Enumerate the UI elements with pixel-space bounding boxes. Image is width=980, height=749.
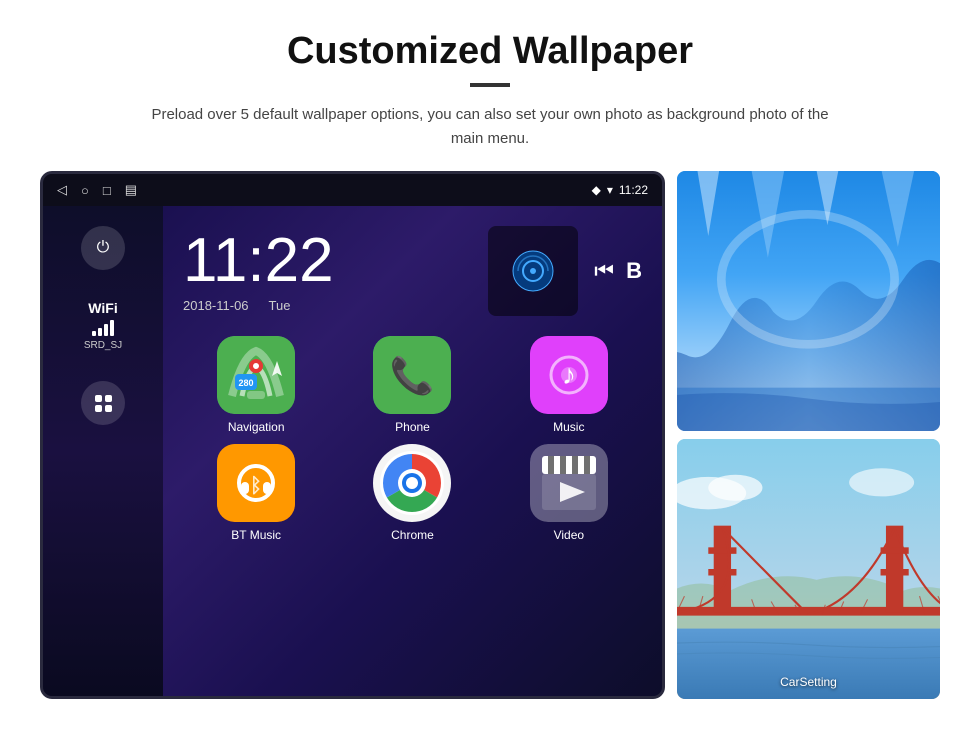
music-app-label: Music	[553, 420, 584, 434]
wallpaper-panels: CarSetting	[677, 171, 940, 699]
wifi-bar-3	[104, 324, 108, 336]
grid-dot	[95, 405, 102, 412]
music-app-icon: ♪	[530, 336, 608, 414]
bridge-svg	[677, 439, 940, 699]
clock-date: 2018-11-06	[183, 298, 249, 313]
wifi-bar-2	[98, 328, 102, 336]
carsetting-overlay: CarSetting	[677, 673, 940, 691]
video-app-label: Video	[554, 528, 584, 542]
svg-text:280: 280	[239, 378, 254, 388]
prev-track-icon[interactable]: ⏮	[594, 258, 614, 284]
svg-text:📞: 📞	[390, 353, 435, 396]
page-wrapper: Customized Wallpaper Preload over 5 defa…	[0, 0, 980, 719]
app-grid: 280 Navigation	[163, 326, 662, 562]
recents-icon[interactable]: □	[103, 183, 111, 198]
screenshot-icon[interactable]: ▤	[125, 182, 137, 198]
ice-cave-svg	[677, 171, 940, 431]
wifi-ssid: SRD_SJ	[84, 340, 122, 351]
title-divider	[470, 83, 510, 87]
back-icon[interactable]: ◁	[57, 182, 67, 198]
app-item-phone[interactable]: 📞 Phone	[339, 336, 485, 434]
wallpaper-panel-ice-cave[interactable]	[677, 171, 940, 431]
carsetting-label: CarSetting	[780, 675, 837, 689]
grid-dot	[105, 395, 112, 402]
grid-icon	[95, 395, 112, 412]
chrome-app-label: Chrome	[391, 528, 434, 542]
device-mockup: ◁ ○ □ ▤ ◆ ▾ 11:22 ⏻	[40, 171, 665, 699]
btmusic-app-icon: ᛒ	[217, 444, 295, 522]
navigation-app-icon: 280	[217, 336, 295, 414]
svg-text:♪: ♪	[562, 359, 576, 390]
device-sidebar: ⏻ WiFi SRD_SJ	[43, 206, 163, 696]
navigation-icon-svg: 280	[217, 336, 295, 414]
svg-text:ᛒ: ᛒ	[250, 475, 262, 497]
playback-controls: ⏮ B	[594, 258, 642, 284]
wifi-icon: ▾	[607, 183, 613, 197]
chrome-app-icon	[373, 444, 451, 522]
wifi-widget: WiFi SRD_SJ	[84, 300, 122, 351]
device-main-screen: 11:22 2018-11-06 Tue	[163, 206, 662, 696]
apps-grid-button[interactable]	[81, 381, 125, 425]
power-button[interactable]: ⏻	[81, 226, 125, 270]
wifi-label: WiFi	[84, 300, 122, 316]
location-icon: ◆	[592, 183, 601, 197]
page-title: Customized Wallpaper	[40, 30, 940, 73]
radio-icon	[510, 248, 556, 294]
clock-info: 11:22 2018-11-06 Tue	[183, 230, 468, 313]
clock-date-row: 2018-11-06 Tue	[183, 298, 468, 313]
status-right: ◆ ▾ 11:22	[592, 183, 648, 197]
app-item-chrome[interactable]: Chrome	[339, 444, 485, 542]
clock-section: 11:22 2018-11-06 Tue	[163, 206, 662, 326]
home-icon[interactable]: ○	[81, 183, 89, 198]
wallpaper-panel-bridge[interactable]: CarSetting	[677, 439, 940, 699]
wifi-bars	[84, 320, 122, 336]
content-area: ◁ ○ □ ▤ ◆ ▾ 11:22 ⏻	[40, 171, 940, 699]
clock-day: Tue	[269, 298, 291, 313]
media-widget[interactable]	[488, 226, 578, 316]
btmusic-app-label: BT Music	[231, 528, 281, 542]
navigation-app-label: Navigation	[228, 420, 285, 434]
wifi-bar-4	[110, 320, 114, 336]
phone-app-label: Phone	[395, 420, 430, 434]
power-icon: ⏻	[97, 239, 110, 257]
media-controls: ⏮ B	[488, 226, 642, 316]
header-section: Customized Wallpaper Preload over 5 defa…	[40, 30, 940, 151]
video-icon-svg	[530, 444, 608, 522]
app-item-video[interactable]: Video	[496, 444, 642, 542]
grid-dot	[105, 405, 112, 412]
page-subtitle: Preload over 5 default wallpaper options…	[140, 103, 840, 151]
grid-dot	[95, 395, 102, 402]
btmusic-icon-svg: ᛒ	[217, 444, 295, 522]
clock-display: 11:22	[183, 230, 468, 292]
music-icon-svg: ♪	[530, 336, 608, 414]
chrome-icon-svg	[373, 444, 451, 522]
video-app-icon	[530, 444, 608, 522]
status-left: ◁ ○ □ ▤	[57, 182, 137, 198]
wifi-bar-1	[92, 331, 96, 336]
app-item-navigation[interactable]: 280 Navigation	[183, 336, 329, 434]
phone-app-icon: 📞	[373, 336, 451, 414]
app-item-music[interactable]: ♪ Music	[496, 336, 642, 434]
device-body: ⏻ WiFi SRD_SJ	[43, 206, 662, 696]
status-time: 11:22	[619, 183, 648, 197]
phone-icon-svg: 📞	[373, 336, 451, 414]
status-bar: ◁ ○ □ ▤ ◆ ▾ 11:22	[43, 174, 662, 206]
app-item-btmusic[interactable]: ᛒ BT Music	[183, 444, 329, 542]
bluetooth-label: B	[626, 258, 642, 284]
